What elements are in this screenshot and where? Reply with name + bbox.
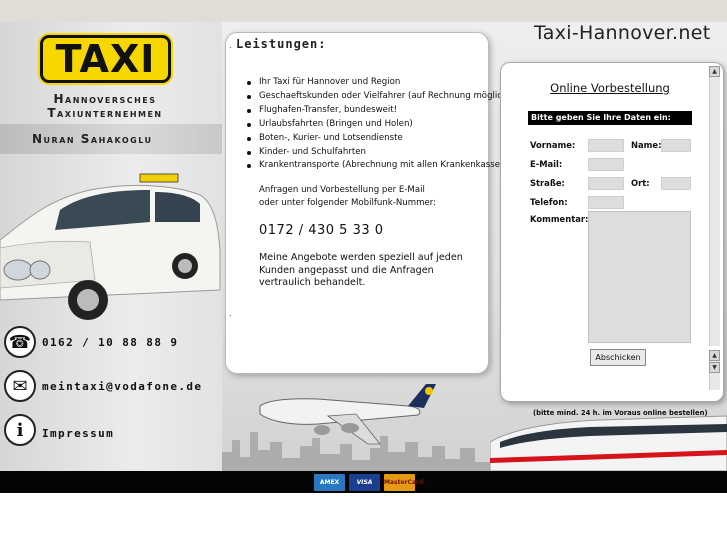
amex-card-icon: AMEX: [314, 474, 345, 491]
inquiry-text-line2: oder unter folgender Mobilfunk-Nummer:: [259, 198, 437, 208]
list-item: Boten-, Kurier- und Lotsendienste: [246, 132, 511, 146]
vorname-label: Vorname:: [530, 140, 576, 150]
order-form: Online Vorbestellung Bitte geben Sie Ihr…: [511, 69, 709, 399]
strasse-label: Straße:: [530, 178, 565, 188]
owner-name: Nuran Sahakoglu: [32, 132, 153, 146]
company-name-line2: Taxiunternehmen: [47, 106, 163, 120]
car-front-rim: [77, 289, 99, 311]
plane-engine: [314, 425, 330, 435]
plane-tail: [408, 384, 436, 408]
inquiry-text-line1: Anfragen und Vorbestellung per E-Mail: [259, 185, 425, 195]
list-item: Kinder- und Schulfahrten: [246, 146, 511, 160]
email-link[interactable]: meintaxi@vodafone.de: [42, 380, 202, 393]
vorname-field[interactable]: [588, 139, 624, 152]
car-rear-rim: [178, 259, 192, 273]
taxi-roof-sign: [139, 173, 179, 183]
services-title: Leistungen:: [236, 37, 327, 51]
strasse-field[interactable]: [588, 177, 624, 190]
telefon-label: Telefon:: [530, 197, 568, 207]
form-header: Bitte geben Sie Ihre Daten ein:: [528, 111, 692, 125]
plane-engine: [341, 423, 359, 433]
mastercard-icon: MasterCard: [384, 474, 423, 491]
ort-field[interactable]: [661, 177, 691, 190]
order-form-frame: Online Vorbestellung Bitte geben Sie Ihr…: [500, 62, 724, 402]
kommentar-label: Kommentar:: [530, 214, 589, 224]
phone-row[interactable]: ☎ 0162 / 10 88 88 9: [0, 322, 222, 362]
visa-card-icon: VISA: [349, 474, 380, 491]
taxi-logo-text: TAXI: [55, 37, 156, 81]
services-panel: Leistungen: . Ihr Taxi für Hannover und …: [225, 32, 511, 374]
name-field[interactable]: [661, 139, 691, 152]
decor-dot: .: [229, 41, 232, 50]
email-field[interactable]: [588, 158, 624, 171]
phone-number: 0162 / 10 88 88 9: [42, 336, 179, 349]
telefon-field[interactable]: [588, 196, 624, 209]
form-scrollbar-upper[interactable]: ▲: [709, 66, 720, 346]
airplane-image: [259, 384, 436, 445]
page-bottom: [0, 493, 727, 545]
scroll-down-arrow-icon[interactable]: ▼: [709, 362, 720, 373]
site-title[interactable]: Taxi-Hannover.net: [534, 22, 710, 44]
name-label: Name:: [631, 140, 662, 150]
email-label: E-Mail:: [530, 159, 563, 169]
scrollbar-track[interactable]: [709, 66, 720, 346]
kommentar-textarea[interactable]: [588, 211, 691, 343]
top-bar: [0, 0, 727, 22]
scroll-up-arrow-icon[interactable]: ▲: [709, 66, 720, 77]
taxi-car-image: [0, 173, 221, 320]
email-row[interactable]: ✉ meintaxi@vodafone.de: [0, 367, 222, 407]
ort-label: Ort:: [631, 178, 650, 188]
mobile-number: 0172 / 430 5 33 0: [259, 223, 384, 238]
list-item: Flughafen-Transfer, bundesweit!: [246, 104, 511, 118]
car-headlight: [29, 260, 51, 280]
plane-tail-logo: [425, 387, 433, 395]
taxi-logo[interactable]: TAXI: [40, 35, 171, 83]
list-item: Geschaeftskunden oder Vielfahrer (auf Re…: [246, 90, 511, 104]
car-headlight: [3, 259, 33, 281]
telephone-icon: ☎: [4, 326, 36, 358]
form-title[interactable]: Online Vorbestellung: [511, 81, 709, 95]
company-name-line1: Hannoversches: [53, 92, 157, 106]
page-stage: TAXI Hannoversches Taxiunternehmen Nuran…: [0, 22, 727, 471]
list-item: Urlaubsfahrten (Bringen und Holen): [246, 118, 511, 132]
list-item: Krankentransporte (Abrechnung mit allen …: [246, 159, 511, 173]
decor-dot: .: [229, 309, 232, 318]
scroll-up-arrow-icon[interactable]: ▲: [709, 350, 720, 361]
submit-button[interactable]: Abschicken: [590, 349, 646, 366]
envelope-icon: ✉: [4, 370, 36, 402]
form-scrollbar-lower[interactable]: ▲ ▼: [709, 350, 720, 390]
list-item: Ihr Taxi für Hannover und Region: [246, 76, 511, 90]
services-list: Ihr Taxi für Hannover und Region Geschae…: [246, 76, 511, 173]
train-body: [490, 415, 727, 471]
offer-text: Meine Angebote werden speziell auf jeden…: [259, 252, 463, 289]
train-image: [490, 415, 727, 471]
